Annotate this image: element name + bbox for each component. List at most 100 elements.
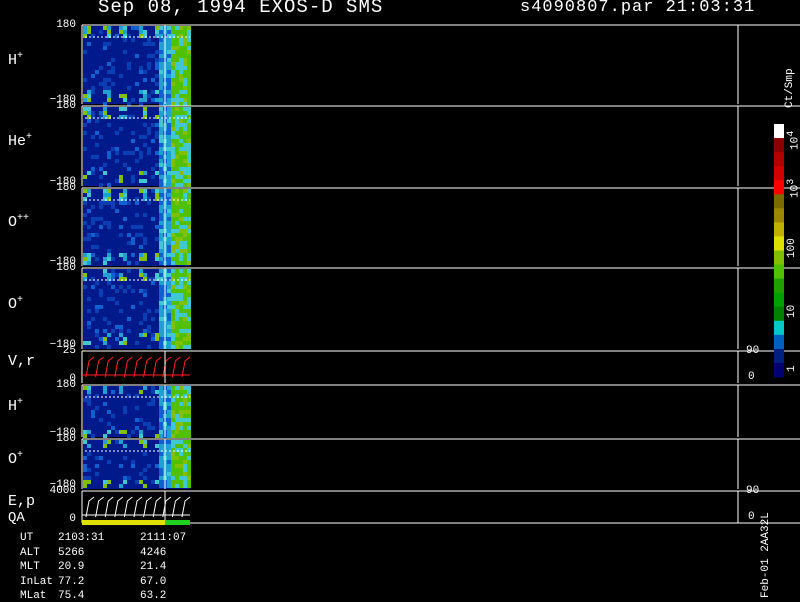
spectrogram-cell [123, 189, 127, 193]
spectrogram-cell [171, 155, 175, 159]
spectrogram-cell [167, 135, 171, 139]
spectrogram-cell [159, 285, 163, 289]
spectrogram-cell [183, 189, 187, 193]
spectrogram-cell [147, 54, 151, 58]
spectrogram-cell [159, 301, 163, 305]
spectrogram-cell [187, 62, 191, 66]
spectrogram-cell [167, 66, 171, 70]
spectrogram-cell [187, 406, 191, 410]
spectrogram-cell [119, 26, 123, 30]
spectrogram-cell [159, 151, 163, 155]
spectrogram-cell [151, 333, 155, 337]
spectrogram-cell [111, 66, 115, 70]
spectrogram-cell [83, 175, 87, 179]
spectrogram-cell [167, 337, 171, 341]
spectrogram-cell [167, 139, 171, 143]
spectrogram-cell [175, 414, 179, 418]
spectrogram-cell [167, 189, 171, 193]
right-tick-max: 90 [746, 485, 760, 497]
spectrogram-cell [159, 179, 163, 183]
spectrogram-cell [95, 143, 99, 147]
spectrogram-cell [143, 422, 147, 426]
spectrogram-cell [131, 253, 135, 257]
spectrogram-cell [147, 66, 151, 70]
colorbar-segment [774, 278, 784, 294]
spectrogram-cell [171, 257, 175, 261]
spectrogram-cell [135, 418, 139, 422]
spectrogram-cell [111, 58, 115, 62]
spectrogram-cell [179, 325, 183, 329]
spectrogram-cell [179, 285, 183, 289]
spectrogram-cell [179, 460, 183, 464]
spectrogram-cell [111, 285, 115, 289]
spectrogram-cell [167, 225, 171, 229]
spectrogram-cell [171, 390, 175, 394]
spectrogram-cell [155, 131, 159, 135]
spectrogram-cell [87, 237, 91, 241]
spectrogram-cell [123, 480, 127, 484]
spectrogram-cell [183, 325, 187, 329]
spectrogram-cell [171, 406, 175, 410]
spectrogram-cell [187, 147, 191, 151]
spectrogram-cell [159, 163, 163, 167]
spectrogram-cell [135, 213, 139, 217]
spectrogram-cell [171, 58, 175, 62]
spectrogram-cell [187, 480, 191, 484]
spectrogram-cell [187, 440, 191, 444]
spectrogram-cell [175, 273, 179, 277]
spectrogram-cell [187, 402, 191, 406]
spectrogram-cell [159, 131, 163, 135]
spectrogram-cell [83, 107, 87, 111]
spectrogram-cell [155, 58, 159, 62]
spectrogram-cell [183, 468, 187, 472]
spectrogram-cell [175, 249, 179, 253]
spectrogram-cell [171, 305, 175, 309]
spectrogram-cell [151, 317, 155, 321]
spectrogram-cell [83, 147, 87, 151]
spectrogram-cell [91, 135, 95, 139]
spectrogram-cell [83, 221, 87, 225]
spectrogram-cell [175, 410, 179, 414]
spectrogram-cell [183, 313, 187, 317]
spectrogram-cell [175, 337, 179, 341]
colorbar-segment [774, 124, 784, 139]
spectrogram-cell [143, 94, 147, 98]
spectrogram-cell [175, 468, 179, 472]
spectrogram-cell [171, 237, 175, 241]
spectrogram-cell [175, 183, 179, 187]
spectrogram-cell [167, 464, 171, 468]
spectrogram-cell [159, 70, 163, 74]
spectrogram-cell [183, 159, 187, 163]
spectrogram-cell [159, 422, 163, 426]
spectrogram-cell [107, 90, 111, 94]
spectrogram-cell [159, 74, 163, 78]
spectrogram-cell [131, 98, 135, 102]
colorbar-tick: 1 [786, 365, 798, 372]
spectrogram-cell [183, 269, 187, 273]
spectrogram-cell [187, 102, 191, 106]
spectrogram-cell [171, 325, 175, 329]
spectrogram-cell [175, 422, 179, 426]
spectrogram-cell [167, 422, 171, 426]
spectrogram-cell [159, 147, 163, 151]
spectrogram-cell [107, 123, 111, 127]
spectrogram-cell [179, 476, 183, 480]
spectrogram-cell [87, 261, 91, 265]
spectrogram-cell [187, 213, 191, 217]
spectrogram-cell [171, 229, 175, 233]
spectrogram-cell [167, 476, 171, 480]
spectrogram-cell [131, 139, 135, 143]
spectrogram-cell [187, 229, 191, 233]
spectrogram-cell [119, 309, 123, 313]
spectrogram-cell [179, 345, 183, 349]
spectrogram-cell [175, 143, 179, 147]
spectrogram-cell [107, 440, 111, 444]
spectrogram-cell [175, 333, 179, 337]
spectrogram-cell [187, 159, 191, 163]
footer-label: InLat [20, 575, 54, 588]
spectrogram-cell [171, 183, 175, 187]
spectrogram-cell [123, 201, 127, 205]
spectrogram-cell [183, 143, 187, 147]
spectrogram-cell [83, 386, 87, 390]
spectrogram-cell [103, 440, 107, 444]
